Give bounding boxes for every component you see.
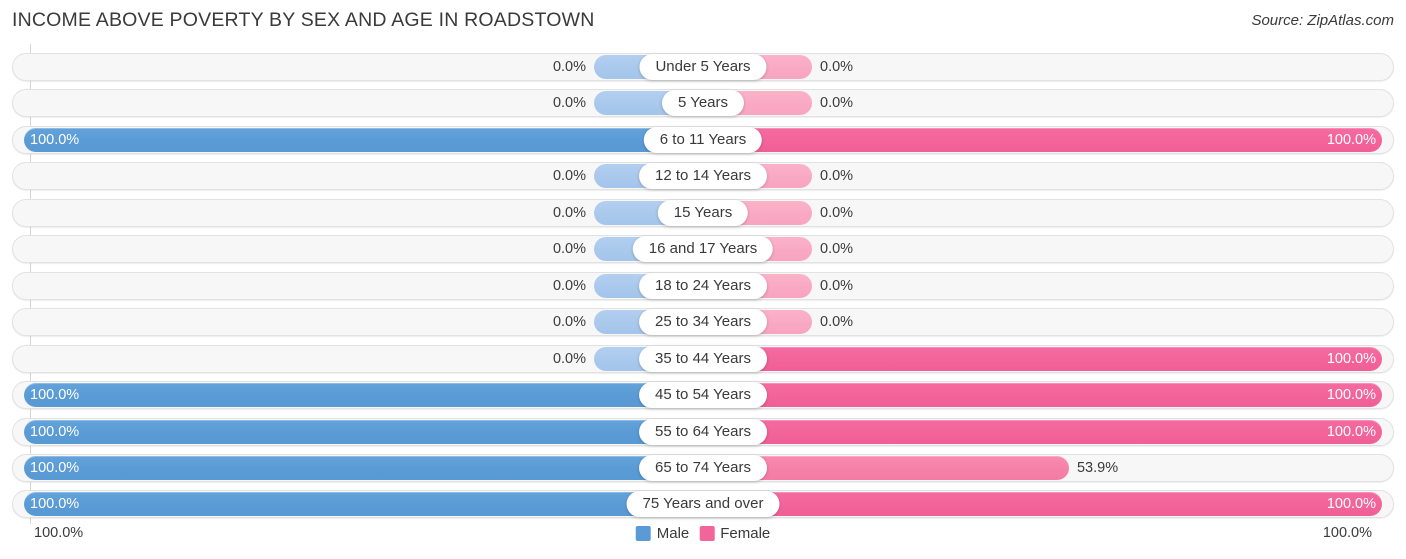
bar-value-female: 0.0% <box>820 168 854 185</box>
bar-row: 100.0% 100.0% 45 to 54 Years <box>12 381 1394 410</box>
bar-value-female: 0.0% <box>820 95 854 112</box>
bar-value-male: 0.0% <box>552 59 586 75</box>
bar-row: 100.0% 100.0% 6 to 11 Years <box>12 125 1394 154</box>
bar-value-female: 100.0% <box>1326 131 1376 148</box>
bar-value-female: 0.0% <box>820 241 854 258</box>
bar-male <box>24 419 703 444</box>
bar-row: 0.0% 100.0% 35 to 44 Years <box>12 344 1394 373</box>
bar-row: 0.0% 0.0% 16 and 17 Years <box>12 235 1394 264</box>
legend-swatch-female <box>699 526 715 541</box>
bar-value-female: 53.9% <box>1076 459 1119 476</box>
bar-value-female: 100.0% <box>1326 350 1376 367</box>
axis-tick-right: 100.0% <box>1322 525 1372 541</box>
category-label: 25 to 34 Years <box>639 309 767 336</box>
bar-female <box>703 383 1382 408</box>
bar-value-female: 0.0% <box>820 277 854 294</box>
bar-row: 0.0% 0.0% 5 Years <box>12 89 1394 118</box>
bar-value-male: 0.0% <box>552 204 586 221</box>
bar-value-male: 100.0% <box>30 131 80 148</box>
category-label: 45 to 54 Years <box>639 382 767 409</box>
bar-female <box>703 346 1382 371</box>
category-label: 55 to 64 Years <box>639 418 767 445</box>
legend-item-female[interactable]: Female <box>699 525 770 542</box>
legend-item-male[interactable]: Male <box>635 525 690 542</box>
bar-value-male: 0.0% <box>552 277 586 294</box>
axis-tick-left: 100.0% <box>34 525 84 541</box>
bar-value-male: 0.0% <box>552 350 586 367</box>
bar-value-female: 100.0% <box>1326 496 1376 513</box>
category-label: 5 Years <box>661 90 745 117</box>
bar-value-male: 100.0% <box>30 459 80 476</box>
bar-row: 100.0% 100.0% 55 to 64 Years <box>12 417 1394 446</box>
source-label: Source: ZipAtlas.com <box>1251 12 1394 29</box>
legend-label-male: Male <box>656 525 690 542</box>
bar-row: 100.0% 53.9% 65 to 74 Years <box>12 453 1394 482</box>
category-label: 65 to 74 Years <box>639 454 767 481</box>
bar-value-female: 100.0% <box>1326 387 1376 404</box>
bar-row: 100.0% 100.0% 75 Years and over <box>12 490 1394 519</box>
bar-value-male: 0.0% <box>552 241 586 258</box>
category-label: 35 to 44 Years <box>639 345 767 372</box>
bar-value-female: 0.0% <box>820 59 854 75</box>
category-label: 12 to 14 Years <box>639 163 767 190</box>
bar-value-male: 100.0% <box>30 423 80 440</box>
bar-value-male: 0.0% <box>552 168 586 185</box>
chart-plot-area: 0.0% 0.0% Under 5 Years 0.0% 0.0% 5 Years 100.… <box>0 44 1406 524</box>
bar-row: 0.0% 0.0% 18 to 24 Years <box>12 271 1394 300</box>
bar-female <box>703 492 1382 517</box>
bar-male <box>24 492 703 517</box>
bar-female <box>703 127 1382 152</box>
chart-header: INCOME ABOVE POVERTY BY SEX AND AGE IN R… <box>0 0 1406 44</box>
bar-male <box>24 127 703 152</box>
page-title: INCOME ABOVE POVERTY BY SEX AND AGE IN R… <box>12 9 595 31</box>
chart-legend: Male Female <box>635 525 770 542</box>
chart-footer: 100.0% Male Female 100.0% <box>0 521 1406 559</box>
bar-male <box>24 455 703 480</box>
legend-label-female: Female <box>720 525 771 542</box>
category-label: 6 to 11 Years <box>643 126 763 153</box>
bar-row: 0.0% 0.0% Under 5 Years <box>12 53 1394 81</box>
bar-row: 0.0% 0.0% 15 Years <box>12 198 1394 227</box>
bar-male <box>24 383 703 408</box>
legend-swatch-male <box>635 526 651 541</box>
category-label: 18 to 24 Years <box>639 272 767 299</box>
category-label: 15 Years <box>657 199 749 226</box>
bar-row: 0.0% 0.0% 12 to 14 Years <box>12 162 1394 191</box>
category-label: Under 5 Years <box>639 54 767 80</box>
bar-row: 0.0% 0.0% 25 to 34 Years <box>12 308 1394 337</box>
bar-value-female: 0.0% <box>820 314 854 331</box>
bar-value-male: 0.0% <box>552 95 586 112</box>
category-label: 75 Years and over <box>626 491 780 518</box>
bar-value-female: 100.0% <box>1326 423 1376 440</box>
bar-female <box>703 419 1382 444</box>
bar-value-male: 0.0% <box>552 314 586 331</box>
bar-value-male: 100.0% <box>30 496 80 513</box>
bar-value-female: 0.0% <box>820 204 854 221</box>
bar-value-male: 100.0% <box>30 387 80 404</box>
category-label: 16 and 17 Years <box>632 236 774 263</box>
